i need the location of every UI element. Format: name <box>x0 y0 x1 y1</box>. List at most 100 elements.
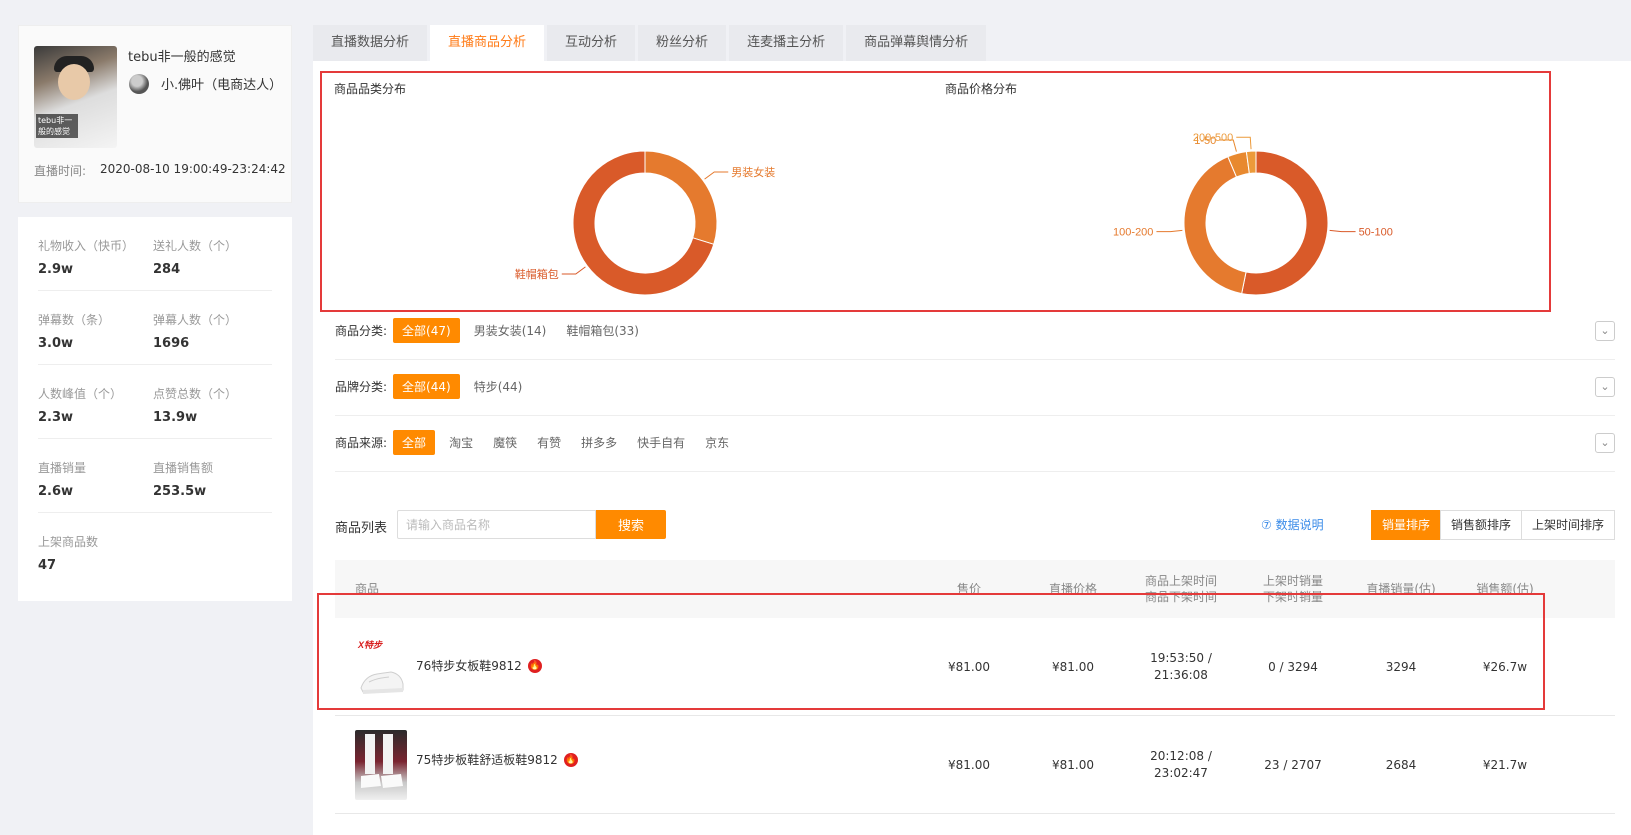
col-live-sales: 直播销量(估) <box>1366 582 1436 596</box>
live-time-label: 直播时间: <box>34 164 87 178</box>
product-list-title: 商品列表 <box>335 521 388 536</box>
tab-interaction[interactable]: 互动分析 <box>547 25 636 61</box>
category-filter-label: 商品分类: <box>335 324 388 338</box>
live-profile-card: tebu非一般的感觉 tebu非一般的感觉 小.佛叶（电商达人） 直播时间: 2… <box>18 25 292 203</box>
tab-danmu-sentiment[interactable]: 商品弹幕舆情分析 <box>846 25 987 61</box>
col-live-price: 直播价格 <box>1048 582 1097 596</box>
cell-times: 20:12:08 / 23:02:47 <box>1150 749 1212 780</box>
label-leader-line <box>1156 229 1183 233</box>
brand-all[interactable]: 全部(44) <box>393 374 460 399</box>
product-list-header: 商品列表 搜索 ⑦ 数据说明 销量排序 销售额排序 上架时间排序 <box>335 510 1615 540</box>
brand-filter-row: 品牌分类: 全部(44) 特步(44) ⌄ <box>335 358 1615 416</box>
stat-live-revenue: 直播销售额 253.5w <box>153 461 214 499</box>
cell-price: ¥81.00 <box>948 757 990 772</box>
category-filter-row: 商品分类: 全部(47) 男装女装(14) 鞋帽箱包(33) ⌄ <box>335 302 1615 360</box>
source-kuaishou[interactable]: 快手自有 <box>637 434 685 451</box>
main-content: 商品品类分布 男装女装 鞋帽箱包 商品价格分布 50-100 100-200 1-50… <box>313 61 1631 835</box>
chevron-down-icon[interactable]: ⌄ <box>1595 376 1615 397</box>
brand-filter-label: 品牌分类: <box>335 380 388 394</box>
search-button[interactable]: 搜索 <box>596 510 666 539</box>
stat-row: 人数峰值（个） 2.3w 点赞总数（个） 13.9w <box>38 365 272 439</box>
chevron-down-icon[interactable]: ⌄ <box>1595 432 1615 453</box>
charts-highlight-box: 商品品类分布 男装女装 鞋帽箱包 商品价格分布 50-100 100-200 1-50… <box>320 71 1551 312</box>
category-shoes-bags[interactable]: 鞋帽箱包(33) <box>566 322 639 339</box>
stat-danmu-users: 弹幕人数（个） 1696 <box>153 313 238 351</box>
slice-label: 100-200 <box>1113 227 1153 239</box>
slice-label: 男装女装 <box>731 165 775 179</box>
stat-product-count: 上架商品数 47 <box>38 535 99 573</box>
sort-by-time-button[interactable]: 上架时间排序 <box>1521 510 1615 540</box>
data-help-link[interactable]: ⑦ 数据说明 <box>1261 516 1324 533</box>
product-image[interactable] <box>355 730 407 800</box>
label-leader-line <box>1329 229 1356 233</box>
product-image[interactable]: X特步 <box>355 636 408 704</box>
chevron-down-icon[interactable]: ⌄ <box>1595 320 1615 341</box>
tab-co-host[interactable]: 连麦播主分析 <box>729 25 844 61</box>
cell-live-price: ¥81.00 <box>1052 659 1094 674</box>
stat-peak-viewers: 人数峰值（个） 2.3w <box>38 387 123 425</box>
avatar[interactable] <box>129 74 149 94</box>
col-times: 商品上架时间 商品下架时间 <box>1131 560 1231 618</box>
col-shelf-sales: 上架时销量 下架时销量 <box>1243 560 1343 618</box>
live-cover-image[interactable]: tebu非一般的感觉 <box>34 46 117 148</box>
search-input[interactable] <box>397 510 596 539</box>
table-row[interactable]: X特步 76特步女板鞋9812 🔥 ¥81.00 ¥81.00 19:53:50 … <box>335 618 1615 716</box>
sort-group: 销量排序 销售额排序 上架时间排序 <box>1371 510 1615 540</box>
cell-revenue: ¥21.7w <box>1482 757 1528 772</box>
hot-flame-icon: 🔥 <box>563 752 578 767</box>
cell-times: 19:53:50 / 21:36:08 <box>1150 651 1212 682</box>
source-youzan[interactable]: 有赞 <box>537 434 561 451</box>
cell-price: ¥81.00 <box>948 659 990 674</box>
product-name[interactable]: 75特步板鞋舒适板鞋9812 🔥 <box>416 751 578 768</box>
author-name[interactable]: 小.佛叶（电商达人） <box>161 74 282 93</box>
live-time-value: 2020-08-10 19:00:49-23:24:42 <box>100 162 286 176</box>
slice-label: 50-100 <box>1359 227 1393 239</box>
stat-gift-users: 送礼人数（个） 284 <box>153 239 238 277</box>
stat-row: 上架商品数 47 <box>38 513 272 587</box>
source-jd[interactable]: 京东 <box>705 434 729 451</box>
sort-by-revenue-button[interactable]: 销售额排序 <box>1440 510 1522 540</box>
category-donut-chart: 男装女装鞋帽箱包 <box>515 150 775 296</box>
left-panel: tebu非一般的感觉 tebu非一般的感觉 小.佛叶（电商达人） 直播时间: 2… <box>18 25 292 601</box>
stat-live-sales: 直播销量 2.6w <box>38 461 87 499</box>
stats-card: 礼物收入（快币） 2.9w 送礼人数（个） 284 弹幕数（条） 3.0w 弹幕人数（… <box>18 217 292 601</box>
col-off-sales: 下架时销量 <box>1262 590 1323 604</box>
source-pinduoduo[interactable]: 拼多多 <box>581 434 617 451</box>
col-off-time: 商品下架时间 <box>1144 590 1217 604</box>
analysis-tabs: 直播数据分析 直播商品分析 互动分析 粉丝分析 连麦播主分析 商品弹幕舆情分析 <box>313 25 989 61</box>
tab-live-products[interactable]: 直播商品分析 <box>430 25 545 61</box>
stat-likes: 点赞总数（个） 13.9w <box>153 387 238 425</box>
label-leader-line <box>561 266 586 275</box>
cell-live-sales: 3294 <box>1385 659 1417 674</box>
label-leader-line <box>704 171 729 180</box>
table-header: 商品 售价 直播价格 商品上架时间 商品下架时间 上架时销量 下架时销量 直播销… <box>335 560 1615 618</box>
brand-xtep[interactable]: 特步(44) <box>474 378 523 395</box>
tab-fans[interactable]: 粉丝分析 <box>638 25 727 61</box>
donut-slice[interactable] <box>644 150 718 245</box>
stat-row: 弹幕数（条） 3.0w 弹幕人数（个） 1696 <box>38 291 272 365</box>
label-leader-line <box>1236 136 1252 150</box>
source-filter-row: 商品来源: 全部 淘宝 魔筷 有赞 拼多多 快手自有 京东 ⌄ <box>335 414 1615 472</box>
product-name[interactable]: 76特步女板鞋9812 🔥 <box>416 657 542 674</box>
source-all[interactable]: 全部 <box>393 430 436 455</box>
hot-flame-icon: 🔥 <box>527 658 542 673</box>
cover-caption: tebu非一般的感觉 <box>36 114 78 138</box>
table-row[interactable]: 75特步板鞋舒适板鞋9812 🔥 ¥81.00 ¥81.00 20:12:08 /… <box>335 716 1615 814</box>
price-donut-chart: 50-100100-2001-50200-500 <box>1113 132 1393 296</box>
tab-live-data[interactable]: 直播数据分析 <box>313 25 428 61</box>
product-table: 商品 售价 直播价格 商品上架时间 商品下架时间 上架时销量 下架时销量 直播销… <box>335 560 1615 814</box>
stat-row: 直播销量 2.6w 直播销售额 253.5w <box>38 439 272 513</box>
category-apparel[interactable]: 男装女装(14) <box>474 322 547 339</box>
stat-danmu-count: 弹幕数（条） 3.0w <box>38 313 111 351</box>
col-on-sales: 上架时销量 <box>1262 574 1323 588</box>
live-title[interactable]: tebu非一般的感觉 <box>128 46 236 65</box>
cell-revenue: ¥26.7w <box>1482 659 1528 674</box>
source-mokuai[interactable]: 魔筷 <box>493 434 517 451</box>
slice-label: 200-500 <box>1193 132 1233 144</box>
category-all[interactable]: 全部(47) <box>393 318 460 343</box>
source-filter-label: 商品来源: <box>335 436 388 450</box>
col-product: 商品 <box>355 582 380 596</box>
sort-by-sales-button[interactable]: 销量排序 <box>1371 510 1441 540</box>
col-price: 售价 <box>956 582 981 596</box>
source-taobao[interactable]: 淘宝 <box>449 434 473 451</box>
